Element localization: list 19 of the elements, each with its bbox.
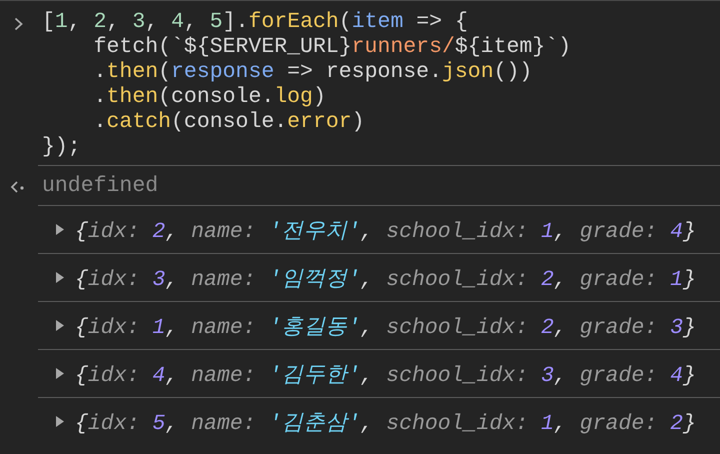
expand-triangle-icon[interactable]	[56, 368, 64, 379]
code-line: .then(response => response.json())	[92, 60, 534, 85]
code-line: fetch(`${SERVER_URL}runners/${item}`)	[92, 35, 572, 60]
log-object[interactable]: {idx: 3, name: '임꺽정', school_idx: 2, grade: 1}	[75, 263, 696, 292]
expand-triangle-icon[interactable]	[56, 272, 64, 283]
prompt-chevron-icon	[14, 17, 23, 31]
log-object[interactable]: {idx: 5, name: '김춘삼', school_idx: 1, grade: 2}	[75, 407, 696, 436]
return-value: undefined	[42, 174, 158, 198]
code-line: .catch(console.error)	[92, 110, 366, 135]
return-arrow-icon	[10, 180, 26, 194]
code-line: [1, 2, 3, 4, 5].forEach(item => {	[42, 10, 469, 35]
log-object[interactable]: {idx: 2, name: '전우치', school_idx: 1, grade: 4}	[75, 215, 696, 244]
code-line: });	[42, 135, 82, 160]
expand-triangle-icon[interactable]	[56, 416, 64, 427]
log-object[interactable]: {idx: 4, name: '김두한', school_idx: 3, grade: 4}	[75, 359, 696, 388]
expand-triangle-icon[interactable]	[56, 320, 64, 331]
expand-triangle-icon[interactable]	[56, 224, 64, 235]
log-object[interactable]: {idx: 1, name: '홍길동', school_idx: 2, grade: 3}	[75, 311, 696, 340]
code-line: .then(console.log)	[92, 85, 327, 110]
